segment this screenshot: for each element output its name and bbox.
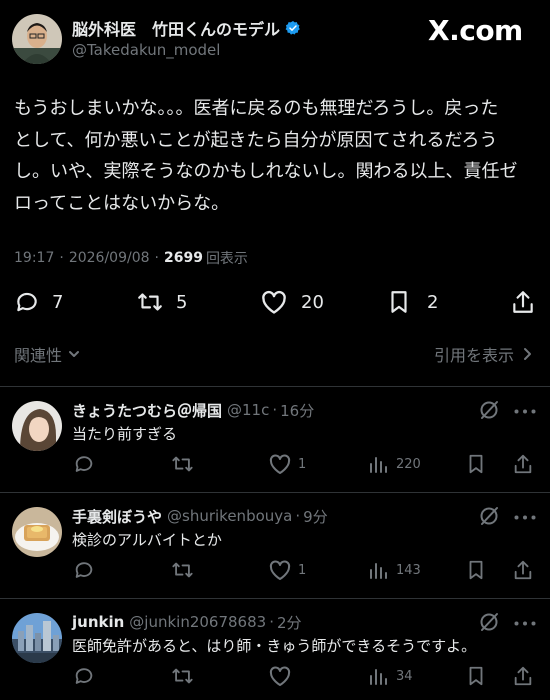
meta-separator: · bbox=[295, 507, 301, 525]
heart-icon bbox=[268, 559, 292, 581]
reply-age[interactable]: 2分 bbox=[277, 612, 302, 633]
post-body: もうおしまいかな。。。医者に戻るのも無理だろうし。戻った として、何か悪いことが… bbox=[14, 93, 544, 219]
repost-icon[interactable] bbox=[170, 453, 195, 475]
meta-separator: · bbox=[272, 401, 278, 419]
like-action[interactable]: 1 bbox=[268, 559, 306, 581]
heart-icon bbox=[268, 665, 292, 687]
post-time[interactable]: 19:17 bbox=[14, 250, 54, 266]
reply-text: 医師免許があると、はり師・きゅう師ができるそうですよ。 bbox=[72, 637, 477, 655]
divider bbox=[0, 492, 550, 493]
heart-icon bbox=[260, 289, 288, 315]
views-chart-icon bbox=[368, 560, 388, 580]
like-count: 1 bbox=[298, 456, 307, 472]
chevron-right-icon bbox=[522, 347, 532, 361]
grok-icon[interactable] bbox=[478, 399, 500, 421]
share-icon bbox=[511, 289, 535, 315]
relevance-sort-dropdown[interactable]: 関連性 bbox=[14, 343, 80, 365]
bookmark-action[interactable]: 2 bbox=[387, 289, 438, 315]
reply-text: 当たり前すぎる bbox=[72, 425, 178, 443]
author-handle[interactable]: @Takedakun_model bbox=[72, 41, 220, 59]
bookmark-count: 2 bbox=[427, 291, 439, 313]
reply-display-name[interactable]: junkin bbox=[72, 613, 124, 631]
divider bbox=[0, 386, 550, 387]
author-display-name[interactable]: 脳外科医 竹田くんのモデル bbox=[72, 16, 280, 40]
bookmark-icon[interactable] bbox=[466, 559, 486, 581]
like-action[interactable]: 20 bbox=[260, 289, 324, 315]
reply-icon[interactable] bbox=[72, 559, 96, 581]
bookmark-icon bbox=[387, 289, 411, 315]
post-date[interactable]: 2026/09/08 bbox=[69, 250, 150, 266]
share-icon[interactable] bbox=[512, 453, 534, 475]
divider bbox=[0, 598, 550, 599]
post-body-line: ロってことはないからな。 bbox=[14, 192, 230, 214]
post-meta: 19:17 · 2026/09/08 · 2699 回表示 bbox=[14, 248, 248, 268]
views-action[interactable]: 220 bbox=[368, 453, 421, 475]
grok-icon[interactable] bbox=[478, 505, 500, 527]
reply-handle[interactable]: @shurikenbouya bbox=[167, 507, 292, 525]
share-button[interactable] bbox=[511, 289, 535, 315]
repost-count: 5 bbox=[176, 291, 188, 313]
heart-icon bbox=[268, 453, 292, 475]
bookmark-icon[interactable] bbox=[466, 453, 486, 475]
reply-display-name[interactable]: きょうたつむら＠帰国 bbox=[72, 400, 222, 421]
share-icon[interactable] bbox=[512, 665, 534, 687]
repost-icon[interactable] bbox=[170, 559, 195, 581]
like-count: 20 bbox=[301, 291, 324, 313]
reply-count: 7 bbox=[52, 291, 64, 313]
view-count: 220 bbox=[396, 456, 421, 472]
reply-avatar[interactable] bbox=[12, 507, 62, 557]
grok-icon[interactable] bbox=[478, 611, 500, 633]
post-body-line: もうおしまいかな。。。医者に戻るのも無理だろうし。戻った bbox=[14, 98, 499, 119]
meta-separator: · bbox=[154, 250, 159, 266]
chevron-down-icon bbox=[68, 348, 80, 360]
share-icon[interactable] bbox=[512, 559, 534, 581]
like-action[interactable]: 1 bbox=[268, 453, 306, 475]
meta-separator: · bbox=[59, 250, 64, 266]
relevance-label: 関連性 bbox=[14, 346, 63, 365]
views-chart-icon bbox=[368, 454, 388, 474]
reply-icon[interactable] bbox=[72, 665, 96, 687]
reply-action[interactable]: 7 bbox=[14, 289, 63, 315]
repost-action[interactable]: 5 bbox=[136, 289, 187, 315]
view-quotes-link[interactable]: 引用を表示 bbox=[434, 343, 532, 365]
post-body-line: として、何か悪いことが起きたら自分が原因てされるだろう bbox=[14, 129, 498, 151]
bookmark-icon[interactable] bbox=[466, 665, 486, 687]
views-action[interactable]: 143 bbox=[368, 559, 421, 581]
view-count: 2699 bbox=[163, 250, 203, 266]
meta-separator: · bbox=[269, 613, 274, 631]
more-options-icon[interactable] bbox=[514, 515, 536, 520]
reply-text: 検診のアルバイトとか bbox=[72, 531, 222, 549]
author-avatar[interactable] bbox=[12, 14, 62, 64]
views-action[interactable]: 34 bbox=[368, 665, 413, 687]
verified-badge-icon bbox=[285, 20, 301, 36]
reply-handle[interactable]: @junkin20678683 bbox=[129, 613, 266, 631]
like-count: 1 bbox=[298, 562, 307, 578]
reply-handle[interactable]: @11c bbox=[227, 401, 269, 419]
reply-age[interactable]: 16分 bbox=[280, 400, 314, 421]
reply-age[interactable]: 9分 bbox=[303, 506, 328, 527]
reply-icon bbox=[14, 289, 40, 315]
more-options-icon[interactable] bbox=[514, 409, 536, 414]
like-action[interactable] bbox=[268, 665, 298, 687]
repost-icon[interactable] bbox=[170, 665, 195, 687]
more-options-icon[interactable] bbox=[514, 621, 536, 626]
post-body-line: し。いや、実際そうなのかもしれないし。関わる以上、責任ゼ bbox=[14, 161, 518, 182]
repost-icon bbox=[136, 289, 164, 315]
view-count-label: 回表示 bbox=[205, 251, 248, 267]
view-count: 34 bbox=[396, 668, 413, 684]
reply-icon[interactable] bbox=[72, 453, 96, 475]
view-quotes-label: 引用を表示 bbox=[433, 346, 514, 365]
reply-avatar[interactable] bbox=[12, 401, 62, 451]
reply-avatar[interactable] bbox=[12, 613, 62, 663]
view-count: 143 bbox=[396, 562, 421, 578]
x-com-watermark: X.com bbox=[428, 14, 523, 47]
views-chart-icon bbox=[368, 666, 388, 686]
reply-display-name[interactable]: 手裏剣ぼうや bbox=[72, 506, 162, 527]
